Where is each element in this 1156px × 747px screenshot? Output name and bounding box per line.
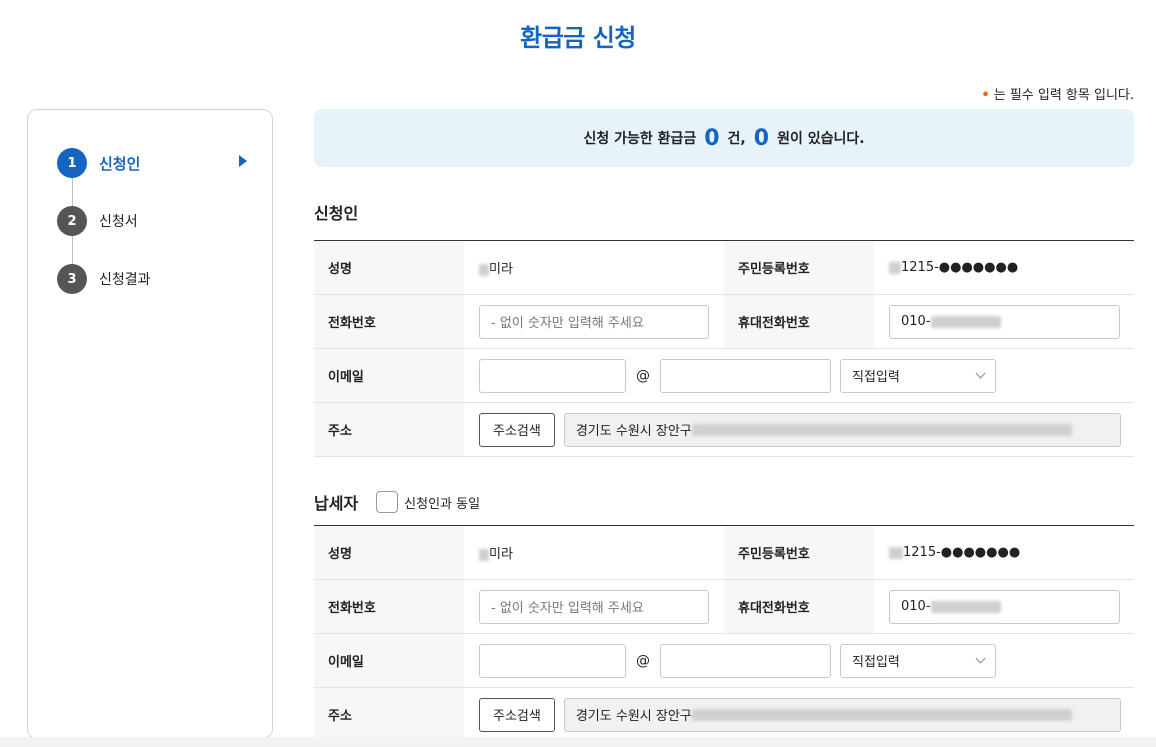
phone-label: 전화번호 [314, 294, 464, 349]
email-local-input[interactable] [479, 643, 626, 678]
phone-label: 전화번호 [314, 579, 464, 634]
step-number: 1 [57, 148, 87, 178]
email-at-sign: @ [636, 652, 650, 669]
address-label: 주소 [314, 687, 464, 742]
email-at-sign: @ [636, 367, 650, 384]
address-search-button[interactable]: 주소검색 [479, 412, 555, 447]
main-content: 신청 가능한 환급금 0 건, 0 원이 있습니다. 신청인 성명 미라 주민등… [314, 109, 1134, 742]
applicant-form-table: 성명 미라 주민등록번호 1215-●●●●●●● 전화번호 - 없이 숫자만 … [314, 240, 1134, 457]
address-field: 경기도 수원시 장안구 [563, 412, 1121, 447]
taxpayer-form-table: 성명 미라 주민등록번호 1215-●●●●●●● 전화번호 - 없이 숫자만 … [314, 525, 1134, 742]
email-domain-select[interactable]: 직접입력 [840, 358, 996, 393]
step-label: 신청서 [99, 214, 138, 230]
email-label: 이메일 [314, 633, 464, 688]
required-dot-icon: • [981, 88, 990, 103]
rrn-value: 1215-●●●●●●● [874, 240, 1134, 295]
taxpayer-section-header: 납세자 신청인과 동일 [314, 490, 1134, 514]
same-as-applicant-label: 신청인과 동일 [404, 496, 481, 512]
mobile-label: 휴대전화번호 [724, 579, 874, 634]
same-as-applicant-checkbox[interactable]: 신청인과 동일 [376, 491, 480, 513]
step-item-applicant[interactable]: 1 신청인 [57, 148, 247, 178]
address-search-button[interactable]: 주소검색 [479, 697, 555, 732]
email-local-input[interactable] [479, 358, 626, 393]
checkbox-icon[interactable] [376, 491, 399, 513]
rrn-value: 1215-●●●●●●● [874, 525, 1134, 580]
email-label: 이메일 [314, 348, 464, 403]
refund-count: 0 [704, 125, 720, 151]
name-label: 성명 [314, 525, 464, 580]
taxpayer-section-title: 납세자 [314, 494, 359, 513]
current-step-arrow-icon [239, 155, 247, 167]
refund-count-unit: 건, [727, 131, 746, 147]
banner-prefix: 신청 가능한 환급금 [583, 131, 697, 147]
rrn-label: 주민등록번호 [724, 240, 874, 295]
steps-sidebar: 1 신청인 2 신청서 3 신청결과 [27, 109, 273, 739]
applicant-section-title: 신청인 [314, 204, 359, 223]
mobile-input[interactable]: 010- [889, 304, 1120, 339]
email-domain-input[interactable] [660, 643, 831, 678]
name-value: 미라 [464, 525, 724, 580]
required-note: • 는 필수 입력 항목 입니다. [981, 84, 1134, 103]
email-domain-select[interactable]: 직접입력 [840, 643, 996, 678]
required-note-text: 는 필수 입력 항목 입니다. [993, 88, 1134, 103]
email-domain-input[interactable] [660, 358, 831, 393]
step-number: 3 [57, 264, 87, 294]
name-value: 미라 [464, 240, 724, 295]
step-number: 2 [57, 206, 87, 236]
phone-input[interactable]: - 없이 숫자만 입력해 주세요 [479, 589, 709, 624]
rrn-label: 주민등록번호 [724, 525, 874, 580]
step-item-result[interactable]: 3 신청결과 [57, 264, 247, 294]
chevron-down-icon [975, 368, 986, 379]
address-field: 경기도 수원시 장안구 [563, 697, 1121, 732]
step-label: 신청인 [99, 154, 141, 173]
banner-suffix: 원이 있습니다. [777, 131, 865, 147]
step-label: 신청결과 [99, 272, 151, 288]
address-label: 주소 [314, 402, 464, 457]
name-label: 성명 [314, 240, 464, 295]
step-item-application[interactable]: 2 신청서 [57, 206, 247, 236]
mobile-input[interactable]: 010- [889, 589, 1120, 624]
chevron-down-icon [975, 653, 986, 664]
refund-amount: 0 [753, 125, 770, 151]
refund-summary-banner: 신청 가능한 환급금 0 건, 0 원이 있습니다. [314, 109, 1134, 167]
page-bottom-edge [0, 737, 1156, 747]
phone-input[interactable]: - 없이 숫자만 입력해 주세요 [479, 304, 709, 339]
mobile-label: 휴대전화번호 [724, 294, 874, 349]
page-title: 환급금 신청 [520, 24, 636, 52]
